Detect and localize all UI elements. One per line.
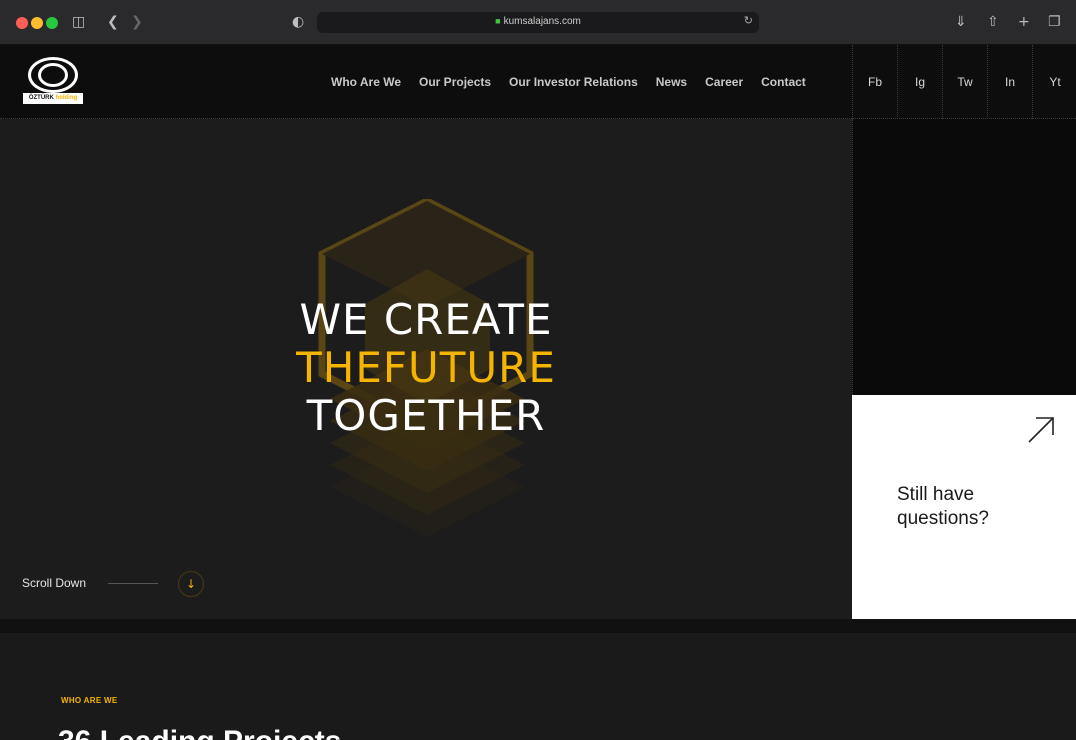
nav-career[interactable]: Career (705, 75, 743, 89)
section-divider (0, 619, 1076, 633)
forward-icon[interactable]: ❯ (131, 11, 143, 33)
close-window-button[interactable] (16, 17, 28, 29)
nav-who-are-we[interactable]: Who Are We (331, 75, 401, 89)
shield-icon[interactable]: ◐ (292, 11, 304, 33)
social-facebook-link[interactable]: Fb (852, 45, 897, 119)
who-are-we-section: WHO ARE WE 36 Leading Projects (0, 633, 1076, 740)
nav-investor-relations[interactable]: Our Investor Relations (509, 75, 638, 89)
questions-card[interactable]: Still have questions? (852, 395, 1076, 619)
social-twitter-link[interactable]: Tw (942, 45, 987, 119)
arrow-down-icon[interactable]: ↓ (178, 571, 204, 597)
lock-icon: ■ (495, 16, 501, 26)
hero-headline-line1: WE CREATE (299, 295, 553, 344)
url-text: kumsalajans.com (503, 16, 581, 27)
sidebar-icon[interactable]: ◫ (72, 11, 85, 33)
social-instagram-link[interactable]: Ig (897, 45, 942, 119)
main-menu: Who Are We Our Projects Our Investor Rel… (331, 45, 806, 119)
zoom-window-button[interactable] (46, 17, 58, 29)
minimize-window-button[interactable] (31, 17, 43, 29)
tabs-icon[interactable]: ❐ (1048, 11, 1061, 33)
scroll-down-label[interactable]: Scroll Down (22, 576, 86, 590)
hero-headline-line3: TOGETHER (306, 391, 546, 440)
section-title: 36 Leading Projects (58, 725, 341, 740)
nav-contact[interactable]: Contact (761, 75, 806, 89)
nav-news[interactable]: News (656, 75, 687, 89)
arrow-up-right-icon (1028, 417, 1054, 443)
share-icon[interactable]: ⇧ (987, 11, 999, 33)
hero-section: WE CREATE THEFUTURE TOGETHER Scroll Down… (0, 119, 852, 619)
social-linkedin-link[interactable]: In (987, 45, 1032, 119)
reload-icon[interactable]: ↻ (744, 14, 753, 27)
scroll-divider (108, 583, 158, 584)
logo-wordmark: ÖZTÜRK holding (23, 93, 83, 104)
new-tab-icon[interactable]: + (1018, 11, 1030, 33)
nav-our-projects[interactable]: Our Projects (419, 75, 491, 89)
browser-toolbar: ◫ ❮ ❯ ◐ ■ kumsalajans.com ↻ ⇓ ⇧ + ❐ (0, 0, 1076, 45)
hero-side-panel (852, 119, 1076, 395)
download-icon[interactable]: ⇓ (955, 11, 967, 33)
section-eyebrow: WHO ARE WE (61, 696, 118, 705)
hero-headline-line2: THEFUTURE (296, 343, 556, 392)
company-logo[interactable]: ÖZTÜRK holding (20, 57, 85, 107)
address-bar[interactable]: ■ kumsalajans.com ↻ (317, 12, 759, 33)
social-youtube-link[interactable]: Yt (1032, 45, 1076, 119)
questions-card-text: Still have questions? (897, 484, 989, 529)
logo-emblem-inner (38, 63, 68, 87)
back-icon[interactable]: ❮ (107, 11, 119, 33)
site-header: ÖZTÜRK holding Who Are We Our Projects O… (0, 45, 1076, 119)
social-links: Fb Ig Tw In Yt (852, 45, 1076, 119)
